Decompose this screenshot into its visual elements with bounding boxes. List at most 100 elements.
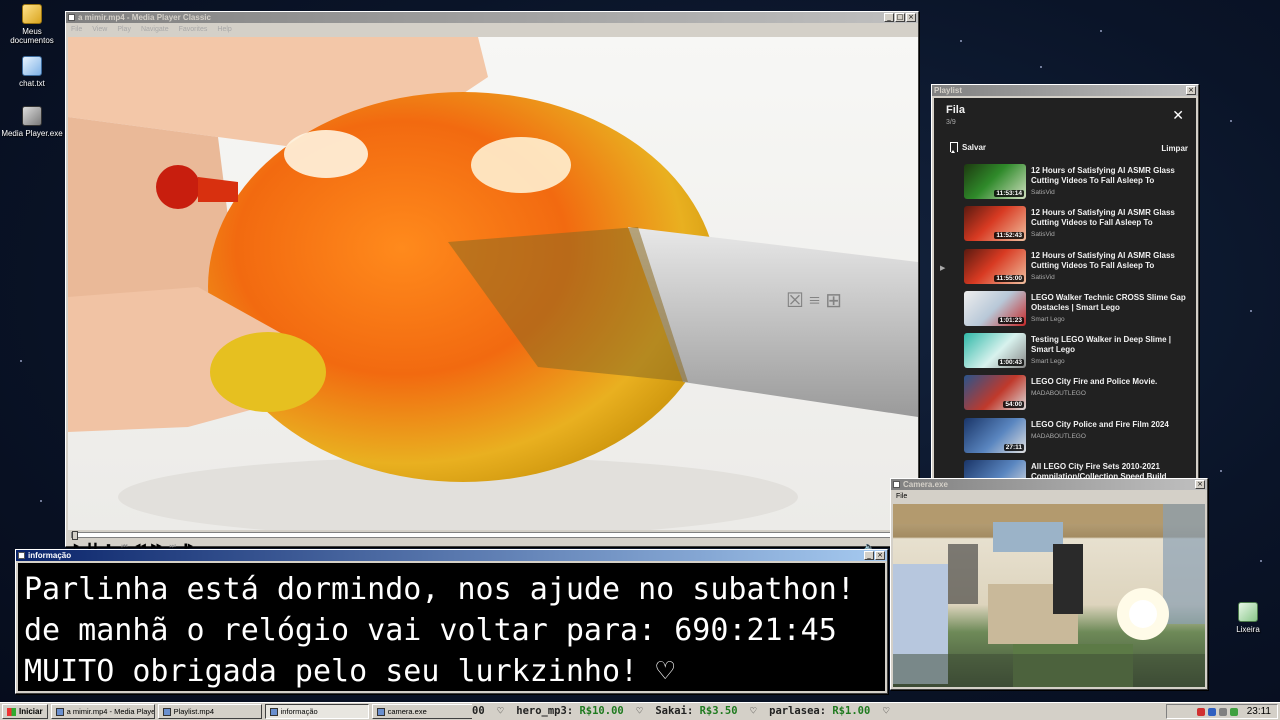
- playlist-item[interactable]: All LEGO City Fire Sets 2010-2021 Compil…: [934, 459, 1196, 478]
- windows-logo-icon: [7, 707, 16, 716]
- close-button[interactable]: ×: [1195, 480, 1205, 489]
- taskbar-item-info[interactable]: informação: [264, 704, 369, 719]
- clear-button[interactable]: Limpar: [1161, 144, 1188, 153]
- window-title: a mimir.mp4 - Media Player Classic: [78, 13, 211, 22]
- info-message: Parlinha está dormindo, nos ajude no sub…: [18, 563, 885, 691]
- minimize-button[interactable]: _: [864, 551, 874, 560]
- desktop-icon-media-player[interactable]: Media Player.exe: [0, 106, 64, 138]
- playlist-items: 11:53:14 12 Hours of Satisfying AI ASMR …: [934, 163, 1196, 478]
- desktop-icon-chat[interactable]: chat.txt: [0, 56, 64, 88]
- taskbar-item-label: a mimir.mp4 - Media Playe...: [66, 707, 155, 716]
- start-button[interactable]: Iniciar: [2, 704, 48, 719]
- app-icon: [18, 552, 25, 559]
- menu-play[interactable]: Play: [117, 26, 131, 33]
- playlist-item[interactable]: 54:00 LEGO City Fire and Police Movie. MA…: [934, 374, 1196, 416]
- close-button[interactable]: ×: [1186, 86, 1196, 95]
- playlist-titlebar[interactable]: Playlist ×: [932, 85, 1198, 96]
- video-title: Testing LEGO Walker in Deep Slime | Smar…: [1031, 335, 1172, 355]
- ticker-text: ♡: [870, 705, 890, 717]
- channel-name: SatisVid: [1031, 189, 1055, 196]
- duration-badge: 1:01:23: [997, 316, 1024, 324]
- bookmark-icon: [950, 142, 958, 153]
- taskbar: Iniciar a mimir.mp4 - Media Playe... Pla…: [0, 702, 1280, 720]
- close-button[interactable]: ×: [906, 13, 916, 22]
- info-titlebar[interactable]: informação _ ×: [16, 550, 887, 561]
- video-thumbnail: 1:00:43: [964, 333, 1026, 369]
- video-thumbnail: 11:52:43: [964, 206, 1026, 242]
- duration-badge: 1:00:43: [997, 359, 1024, 367]
- window-title: Playlist: [934, 86, 963, 95]
- playlist-item[interactable]: 1:01:23 LEGO Walker Technic CROSS Slime …: [934, 290, 1196, 332]
- clock[interactable]: 23:11: [1247, 706, 1271, 717]
- menu-view[interactable]: View: [92, 26, 107, 33]
- recycle-bin-icon: [1238, 602, 1258, 622]
- donation-ticker: 00 ♡ hero_mp3: R$10.00 ♡ Sakai: R$3.50 ♡…: [472, 704, 1165, 719]
- close-button[interactable]: ×: [875, 551, 885, 560]
- taskbar-item-camera[interactable]: camera.exe: [371, 704, 476, 719]
- video-frame[interactable]: ☒ ≡ ⊞: [68, 37, 918, 530]
- info-line: MUITO obrigada pelo seu lurkzinho! ♡: [24, 654, 675, 689]
- menu-favorites[interactable]: Favorites: [179, 26, 208, 33]
- playlist-item[interactable]: 11:52:43 12 Hours of Satisfying AI ASMR …: [934, 205, 1196, 247]
- info-line: Parlinha está dormindo, nos ajude no sub…: [24, 572, 855, 607]
- desktop-icon-label: chat.txt: [19, 79, 45, 88]
- window-title: Camera.exe: [903, 480, 948, 489]
- ticker-amount: R$3.50: [699, 705, 738, 717]
- taskbar-item-media-player[interactable]: a mimir.mp4 - Media Playe...: [50, 704, 155, 719]
- close-icon[interactable]: ✕: [1172, 108, 1184, 122]
- tray-icon[interactable]: [1218, 707, 1227, 716]
- desktop-icon-label: Media Player.exe: [1, 129, 63, 138]
- taskbar-item-label: Playlist.mp4: [173, 707, 215, 716]
- ticker-text: ♡ parlasea:: [737, 705, 833, 717]
- video-title: LEGO Walker Technic CROSS Slime Gap Obst…: [1031, 292, 1186, 312]
- seek-bar[interactable]: [71, 531, 911, 540]
- menu-file[interactable]: File: [896, 493, 907, 500]
- system-tray: 23:11: [1166, 704, 1278, 719]
- menu-navigate[interactable]: Navigate: [141, 26, 169, 33]
- app-icon: [55, 707, 64, 716]
- seek-handle[interactable]: [72, 531, 78, 540]
- tray-icon[interactable]: [1196, 707, 1205, 716]
- video-title: 12 Hours of Satisfying AI ASMR Glass Cut…: [1031, 250, 1175, 270]
- folder-icon: [22, 4, 42, 24]
- channel-name: Smart Lego: [1031, 315, 1065, 323]
- channel-name: Smart Lego: [1031, 358, 1065, 366]
- playlist-item[interactable]: 1:00:43 Testing LEGO Walker in Deep Slim…: [934, 332, 1196, 374]
- video-title: LEGO City Fire and Police Movie.: [1031, 377, 1158, 387]
- taskbar-item-label: camera.exe: [387, 707, 427, 716]
- duration-badge: 11:55:00: [994, 274, 1024, 282]
- info-line: de manhã o relógio vai voltar para: 690:…: [24, 613, 837, 648]
- camera-titlebar[interactable]: Camera.exe ×: [891, 479, 1207, 490]
- taskbar-item-playlist[interactable]: Playlist.mp4: [157, 704, 262, 719]
- tray-icon[interactable]: [1207, 707, 1216, 716]
- desktop-icon-documents[interactable]: Meus documentos: [0, 4, 64, 45]
- ticker-text: ♡ Sakai:: [623, 705, 700, 717]
- window-title: informação: [28, 551, 72, 560]
- maximize-button[interactable]: □: [895, 13, 905, 22]
- save-button[interactable]: Salvar: [950, 142, 986, 153]
- minimize-button[interactable]: _: [884, 13, 894, 22]
- desktop-icon-label: Lixeira: [1236, 625, 1260, 634]
- ticker-text: 00 ♡ hero_mp3:: [472, 705, 580, 717]
- media-player-icon: [22, 106, 42, 126]
- video-thumbnail: 11:53:14: [964, 164, 1026, 199]
- tray-icon[interactable]: [1229, 707, 1238, 716]
- desktop-icon-recycle-bin[interactable]: Lixeira: [1216, 602, 1280, 634]
- playlist-item[interactable]: 27:11 LEGO City Police and Fire Film 202…: [934, 417, 1196, 459]
- duration-badge: 54:00: [1003, 401, 1024, 409]
- playlist-panel: Fila 3/9 ✕ Salvar Limpar 11:53:14 12 Hou…: [934, 98, 1196, 478]
- playlist-heading: Fila: [946, 104, 965, 116]
- playlist-item[interactable]: 11:53:14 12 Hours of Satisfying AI ASMR …: [934, 163, 1196, 205]
- camera-window: Camera.exe × File: [890, 478, 1208, 690]
- app-icon: [376, 707, 385, 716]
- video-thumbnail: 1:01:23: [964, 290, 1026, 326]
- desktop-icon-label: Meus documentos: [10, 27, 54, 45]
- start-label: Iniciar: [19, 707, 43, 716]
- video-thumbnail: 54:00: [964, 375, 1026, 411]
- video-title: All LEGO City Fire Sets 2010-2021 Compil…: [1031, 462, 1167, 478]
- menu-help[interactable]: Help: [217, 26, 231, 33]
- menu-file[interactable]: File: [71, 26, 82, 33]
- media-player-titlebar[interactable]: a mimir.mp4 - Media Player Classic _ □ ×: [66, 12, 918, 23]
- playlist-item-current[interactable]: ▶ 11:55:00 12 Hours of Satisfying AI ASM…: [934, 248, 1196, 290]
- video-thumbnail: 11:55:00: [964, 248, 1026, 284]
